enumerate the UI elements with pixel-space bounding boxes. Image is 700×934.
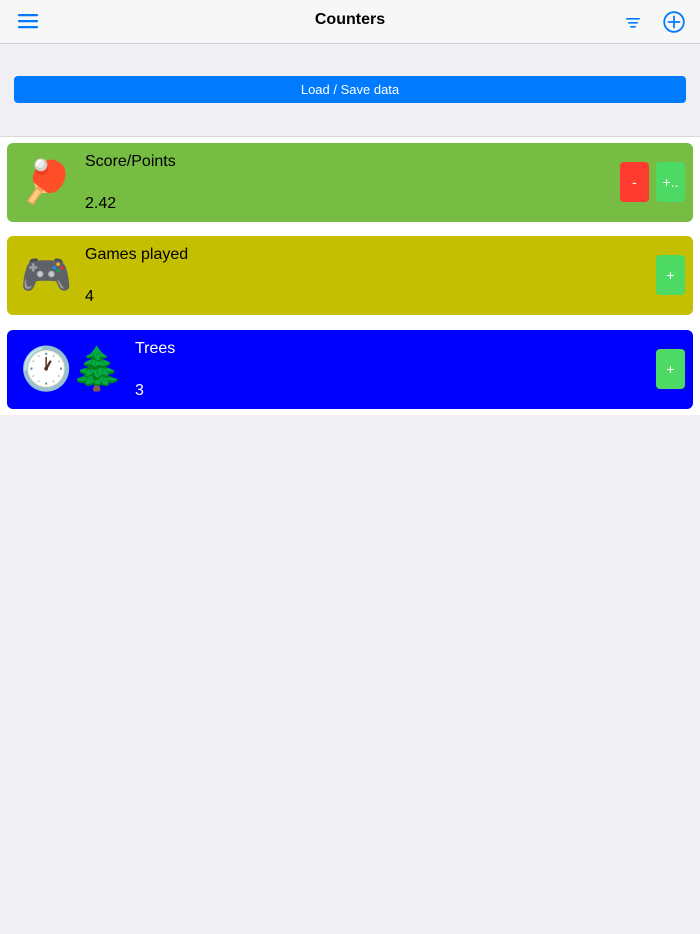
add-icon[interactable] — [663, 11, 685, 33]
counter-value: 2.42 — [85, 195, 117, 212]
filter-icon[interactable] — [624, 14, 642, 30]
decrement-button[interactable]: - — [620, 162, 649, 202]
counter-name: Score/Points — [85, 153, 176, 170]
increment-button[interactable]: + — [656, 255, 685, 295]
counter-name: Games played — [85, 246, 189, 263]
counter-value: 3 — [135, 382, 144, 399]
ping-pong-icon: 🏓 — [20, 157, 73, 206]
increment-button[interactable]: + — [656, 349, 685, 389]
load-save-button[interactable]: Load / Save data — [14, 76, 686, 103]
increment-button[interactable]: +.. — [656, 162, 685, 202]
evergreen-tree-icon: 🌲 — [71, 344, 124, 393]
counter-card-games-played[interactable]: 🎮 Games played 4 + — [7, 236, 693, 315]
counter-value: 4 — [85, 288, 94, 305]
game-controller-icon: 🎮 — [20, 250, 73, 299]
page-title: Counters — [314, 11, 386, 28]
counter-card-trees[interactable]: 🕐 🌲 Trees 3 + — [7, 330, 693, 409]
counter-card-score-points[interactable]: 🏓 Score/Points 2.42 - +.. — [7, 143, 693, 222]
clock-icon: 🕐 — [20, 344, 73, 393]
navigation-bar: Counters — [0, 0, 700, 44]
counter-name: Trees — [135, 340, 176, 357]
